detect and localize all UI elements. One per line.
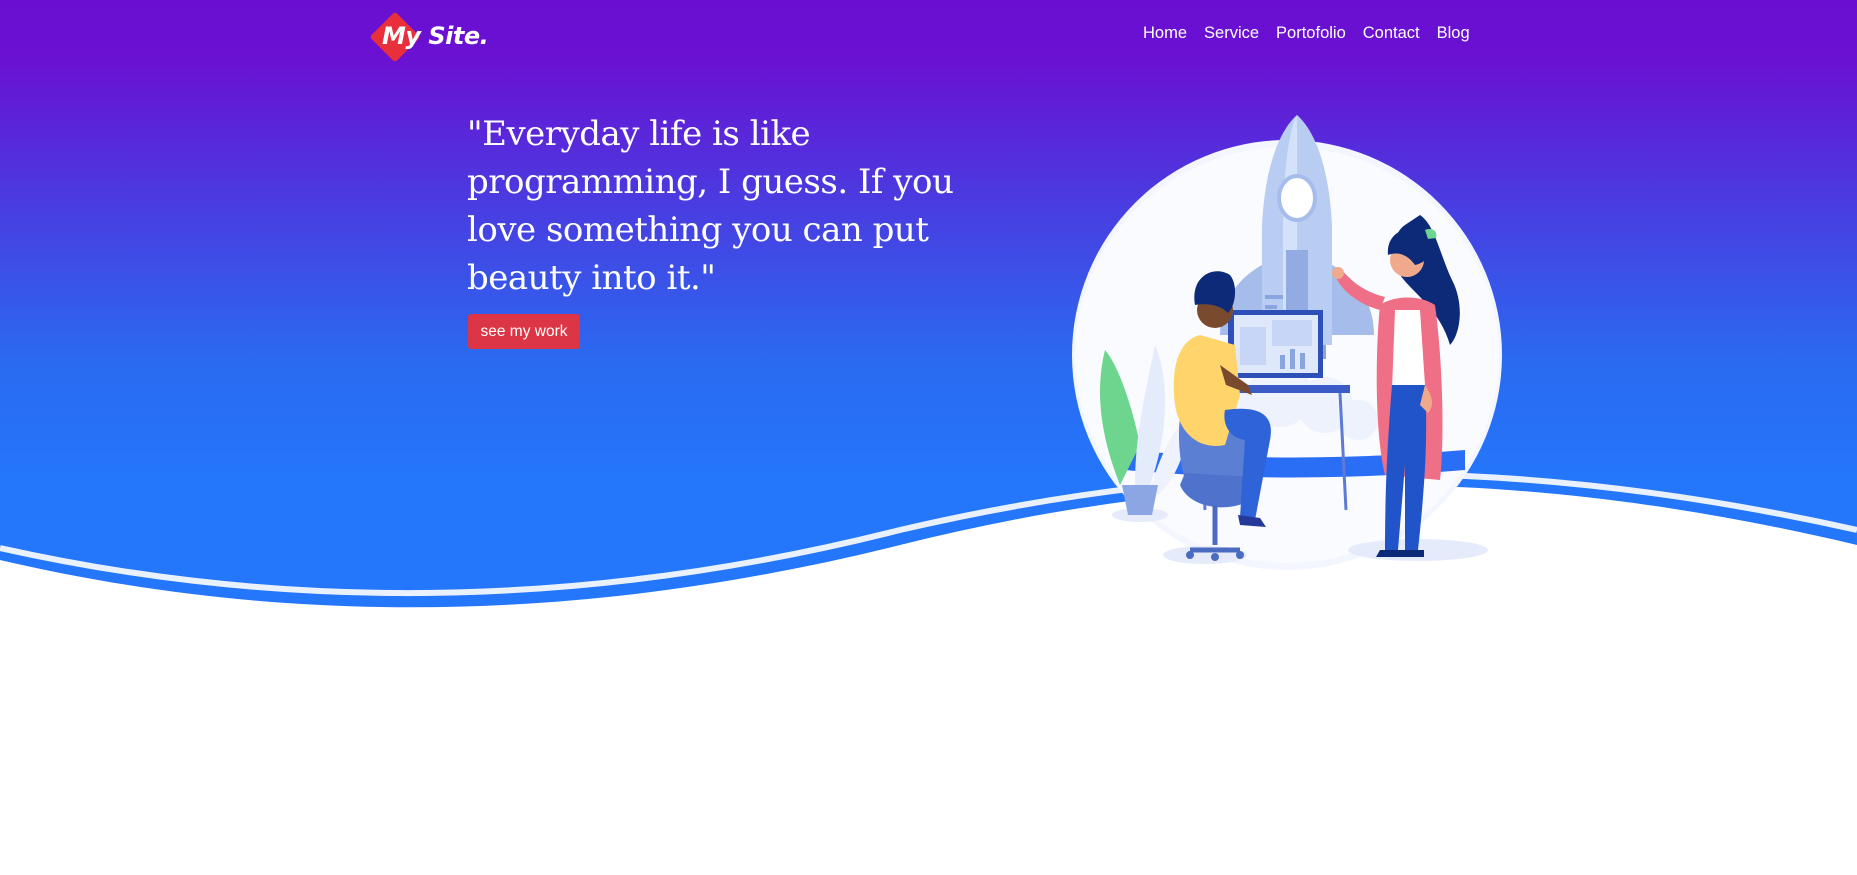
nav-portofolio[interactable]: Portofolio (1276, 24, 1346, 43)
main-nav: Home Service Portofolio Contact Blog (1143, 24, 1470, 43)
brand-logo[interactable]: My Site. (369, 8, 489, 64)
nav-service[interactable]: Service (1204, 24, 1259, 43)
see-my-work-button[interactable]: see my work (468, 314, 580, 349)
rocket-launch-team-illustration (1072, 115, 1502, 570)
brand-name: My Site. (382, 22, 489, 50)
nav-blog[interactable]: Blog (1437, 24, 1470, 43)
hero-quote: "Everyday life is like programming, I gu… (467, 114, 954, 298)
nav-home[interactable]: Home (1143, 24, 1187, 43)
nav-contact[interactable]: Contact (1363, 24, 1420, 43)
